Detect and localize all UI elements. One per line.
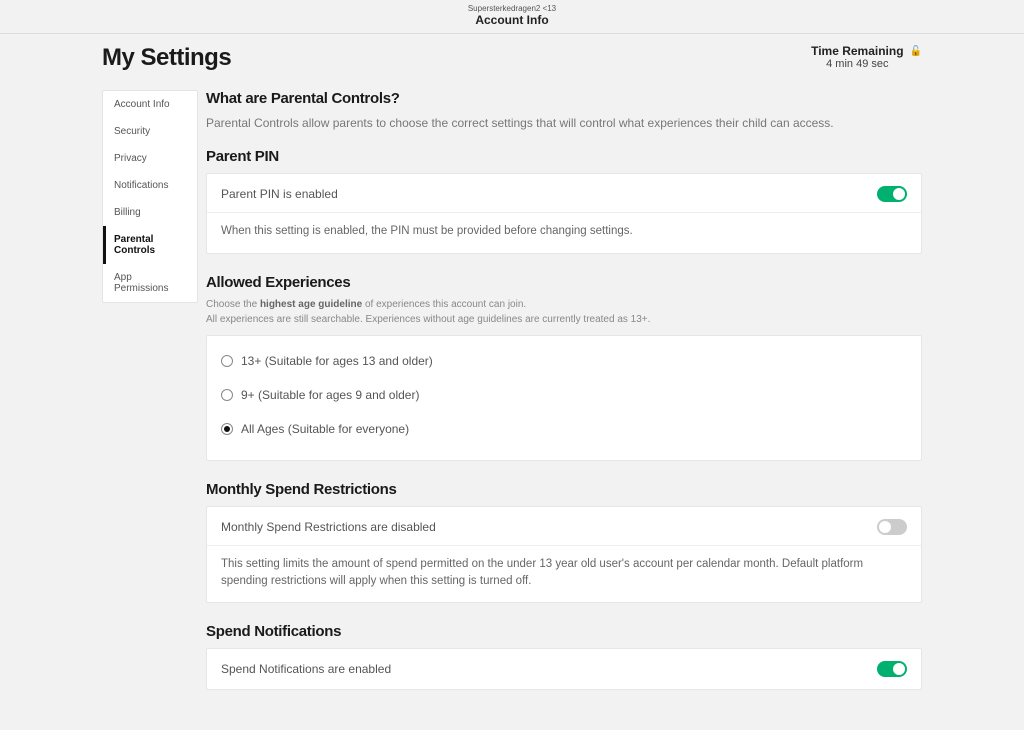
breadcrumb-small: Supersterkedragen2 <13 <box>0 4 1024 13</box>
session-timer: Time Remaining 4 min 49 sec 🔓 <box>811 44 922 70</box>
pin-heading: Parent PIN <box>206 148 922 165</box>
breadcrumb-title: Account Info <box>0 13 1024 27</box>
spend-card: Monthly Spend Restrictions are disabled … <box>206 506 922 604</box>
pin-desc: When this setting is enabled, the PIN mu… <box>221 223 907 240</box>
radio-icon <box>221 355 233 367</box>
age-option[interactable]: 9+ (Suitable for ages 9 and older) <box>221 378 907 412</box>
allowed-heading: Allowed Experiences <box>206 274 922 291</box>
intro-body: Parental Controls allow parents to choos… <box>206 115 922 132</box>
pin-card: Parent PIN is enabled When this setting … <box>206 173 922 253</box>
spend-desc: This setting limits the amount of spend … <box>221 556 907 591</box>
spend-heading: Monthly Spend Restrictions <box>206 481 922 498</box>
allowed-card: 13+ (Suitable for ages 13 and older) 9+ (… <box>206 335 922 461</box>
notify-card: Spend Notifications are enabled <box>206 648 922 690</box>
sidebar-item-notifications[interactable]: Notifications <box>103 172 197 199</box>
sidebar-item-parental-controls[interactable]: Parental Controls <box>103 226 197 264</box>
age-option-label: 13+ (Suitable for ages 13 and older) <box>241 354 433 368</box>
allowed-sub2: All experiences are still searchable. Ex… <box>206 314 922 325</box>
age-option-label: 9+ (Suitable for ages 9 and older) <box>241 388 419 402</box>
radio-icon <box>221 389 233 401</box>
age-option-label: All Ages (Suitable for everyone) <box>241 422 409 436</box>
radio-icon <box>221 423 233 435</box>
sidebar-item-account-info[interactable]: Account Info <box>103 91 197 118</box>
lock-icon: 🔓 <box>910 46 922 57</box>
settings-sidebar: Account InfoSecurityPrivacyNotifications… <box>102 90 198 303</box>
notify-status: Spend Notifications are enabled <box>221 662 391 676</box>
sidebar-item-privacy[interactable]: Privacy <box>103 145 197 172</box>
allowed-sub1: Choose the highest age guideline of expe… <box>206 299 922 310</box>
sidebar-item-app-permissions[interactable]: App Permissions <box>103 264 197 302</box>
intro-heading: What are Parental Controls? <box>206 90 922 107</box>
pin-toggle[interactable] <box>877 186 907 202</box>
timer-label: Time Remaining <box>811 44 903 58</box>
timer-value: 4 min 49 sec <box>811 58 903 70</box>
page-title: My Settings <box>102 44 231 72</box>
spend-status: Monthly Spend Restrictions are disabled <box>221 520 436 534</box>
sidebar-item-security[interactable]: Security <box>103 118 197 145</box>
age-option[interactable]: All Ages (Suitable for everyone) <box>221 412 907 446</box>
notify-heading: Spend Notifications <box>206 623 922 640</box>
notify-toggle[interactable] <box>877 661 907 677</box>
age-option[interactable]: 13+ (Suitable for ages 13 and older) <box>221 344 907 378</box>
spend-toggle[interactable] <box>877 519 907 535</box>
top-bar: Supersterkedragen2 <13 Account Info <box>0 0 1024 34</box>
pin-status: Parent PIN is enabled <box>221 187 338 201</box>
sidebar-item-billing[interactable]: Billing <box>103 199 197 226</box>
